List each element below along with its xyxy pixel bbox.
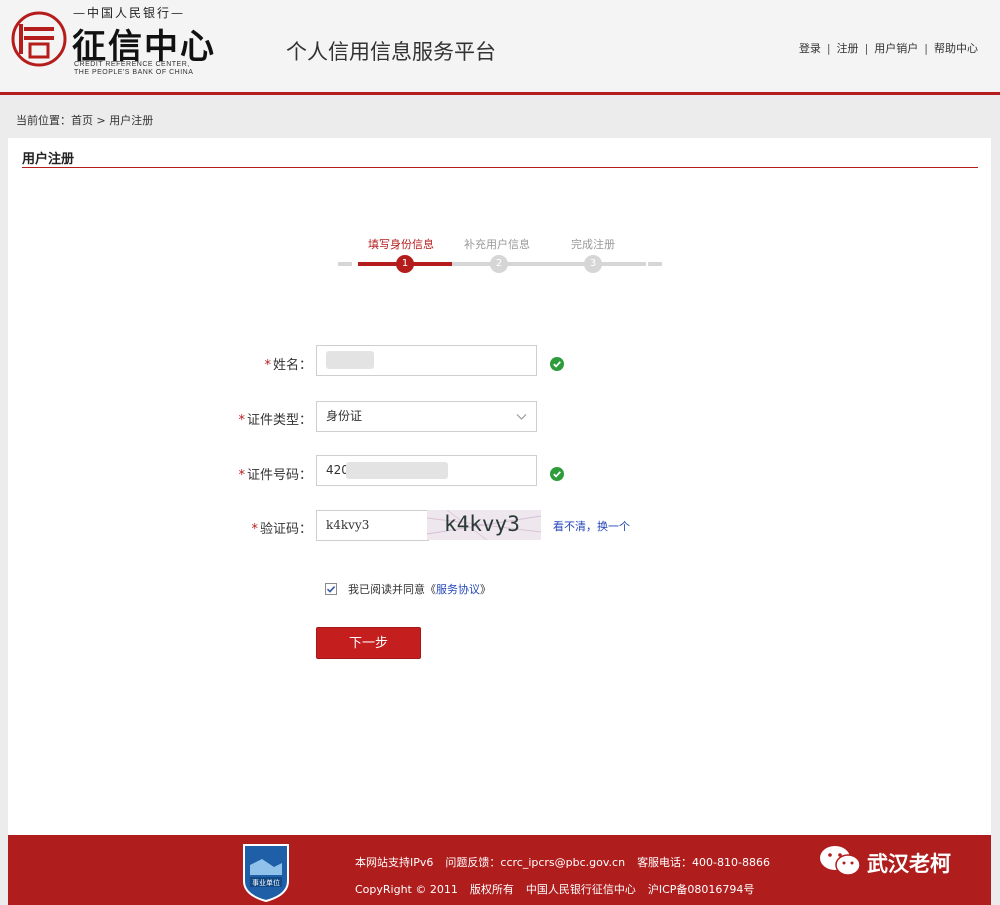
step-2-dot: 2 [490, 255, 508, 273]
watermark: 武汉老柯 [819, 844, 951, 878]
next-step-button[interactable]: 下一步 [316, 627, 421, 659]
top-nav: 登录 | 注册 | 用户销户 | 帮助中心 [799, 40, 978, 56]
step-3-dot: 3 [584, 255, 602, 273]
badge-text: 事业单位 [252, 878, 280, 887]
breadcrumb-arrow: > [93, 114, 110, 127]
idno-label-text: 证件号码： [246, 468, 312, 483]
checkmark-icon [326, 586, 336, 593]
required-mark: * [238, 413, 245, 428]
step-2-label: 补充用户信息 [464, 238, 530, 251]
nav-deregister-link[interactable]: 用户销户 [874, 42, 918, 55]
step-3-label: 完成注册 [571, 238, 615, 251]
site-footer: 事业单位 本网站支持IPv6 问题反馈：ccrc_ipcrs@pbc.gov.cn… [8, 835, 991, 905]
idtype-label: * 证件类型： [192, 409, 312, 428]
nav-separator: | [826, 42, 831, 55]
captcha-label: * 验证码： [192, 518, 312, 537]
footer-info-line: 本网站支持IPv6 问题反馈：ccrc_ipcrs@pbc.gov.cn 客服电话：… [355, 854, 782, 870]
redacted-name [326, 351, 374, 369]
required-mark: * [251, 522, 258, 537]
ipv6-support: 本网站支持IPv6 [355, 856, 434, 869]
captcha-text: k4kvy3 [444, 512, 520, 536]
agree-checkbox[interactable] [325, 583, 337, 595]
captcha-input-value: k4kvy3 [326, 518, 370, 532]
copyright: CopyRight © 2011 [355, 883, 458, 896]
idtype-select-value: 身份证 [326, 409, 363, 423]
check-circle-icon [550, 357, 564, 371]
step-track-end [648, 262, 662, 266]
site-header: —中国人民银行— 征信中心 CREDIT REFERENCE CENTER, T… [0, 0, 1000, 95]
title-divider [22, 167, 978, 168]
check-circle-icon [550, 467, 564, 481]
captcha-refresh-link[interactable]: 看不清，换一个 [553, 518, 630, 534]
public-institution-badge-icon: 事业单位 [243, 844, 289, 903]
idno-label: * 证件号码： [192, 464, 312, 483]
page-title: 用户注册 [22, 152, 75, 167]
rights-reserved: 版权所有 [469, 883, 514, 896]
nav-separator: | [864, 42, 869, 55]
step-track-remaining [452, 262, 646, 266]
step-indicator: 填写身份信息 补充用户信息 完成注册 1 2 3 [338, 234, 678, 280]
required-mark: * [264, 358, 271, 373]
service-phone: 客服电话：400-810-8866 [637, 856, 770, 869]
feedback-email: 问题反馈：ccrc_ipcrs@pbc.gov.cn [445, 856, 626, 869]
logo-english-line1: CREDIT REFERENCE CENTER, [74, 61, 190, 68]
breadcrumb-current: 用户注册 [109, 114, 154, 127]
step-track-start [338, 262, 352, 266]
nav-login-link[interactable]: 登录 [799, 42, 821, 55]
breadcrumb-prefix: 当前位置： [16, 114, 71, 127]
captcha-image[interactable]: k4kvy3 [427, 510, 541, 540]
agree-close: 》 [480, 583, 491, 596]
required-mark: * [238, 468, 245, 483]
chevron-down-icon [516, 414, 527, 420]
service-agreement-link[interactable]: 服务协议 [436, 583, 480, 596]
logo-english-line2: THE PEOPLE'S BANK OF CHINA [74, 69, 194, 76]
breadcrumb-home-link[interactable]: 首页 [71, 114, 93, 127]
nav-register-link[interactable]: 注册 [837, 42, 859, 55]
redacted-idno [346, 462, 448, 479]
idtype-label-text: 证件类型： [246, 413, 312, 428]
name-label-text: 姓名： [272, 358, 312, 373]
nav-separator: | [924, 42, 928, 55]
registration-panel: 用户注册 填写身份信息 补充用户信息 完成注册 1 2 3 * 姓名： * 证件类型… [8, 138, 991, 835]
organization-name: 中国人民银行征信中心 [525, 883, 636, 896]
step-1-label: 填写身份信息 [368, 238, 434, 251]
step-1-dot: 1 [396, 255, 414, 273]
platform-title: 个人信用信息服务平台 [286, 40, 496, 64]
footer-copyright-line: CopyRight © 2011 版权所有 中国人民银行征信中心 沪ICP备08016… [355, 881, 766, 897]
breadcrumb: 当前位置：首页 > 用户注册 [16, 112, 153, 128]
agree-label: 我已阅读并同意《 [348, 583, 436, 596]
idtype-select[interactable]: 身份证 [316, 401, 537, 432]
agree-text: 我已阅读并同意《服务协议》 [348, 581, 491, 597]
captcha-label-text: 验证码： [259, 522, 312, 537]
captcha-input[interactable]: k4kvy3 [316, 510, 429, 541]
watermark-text: 武汉老柯 [867, 852, 951, 876]
credit-center-logo-icon [11, 11, 67, 67]
wechat-icon [820, 846, 861, 876]
nav-help-link[interactable]: 帮助中心 [934, 42, 978, 55]
icp-number: 沪ICP备08016794号 [647, 883, 755, 896]
name-label: * 姓名： [192, 354, 312, 373]
